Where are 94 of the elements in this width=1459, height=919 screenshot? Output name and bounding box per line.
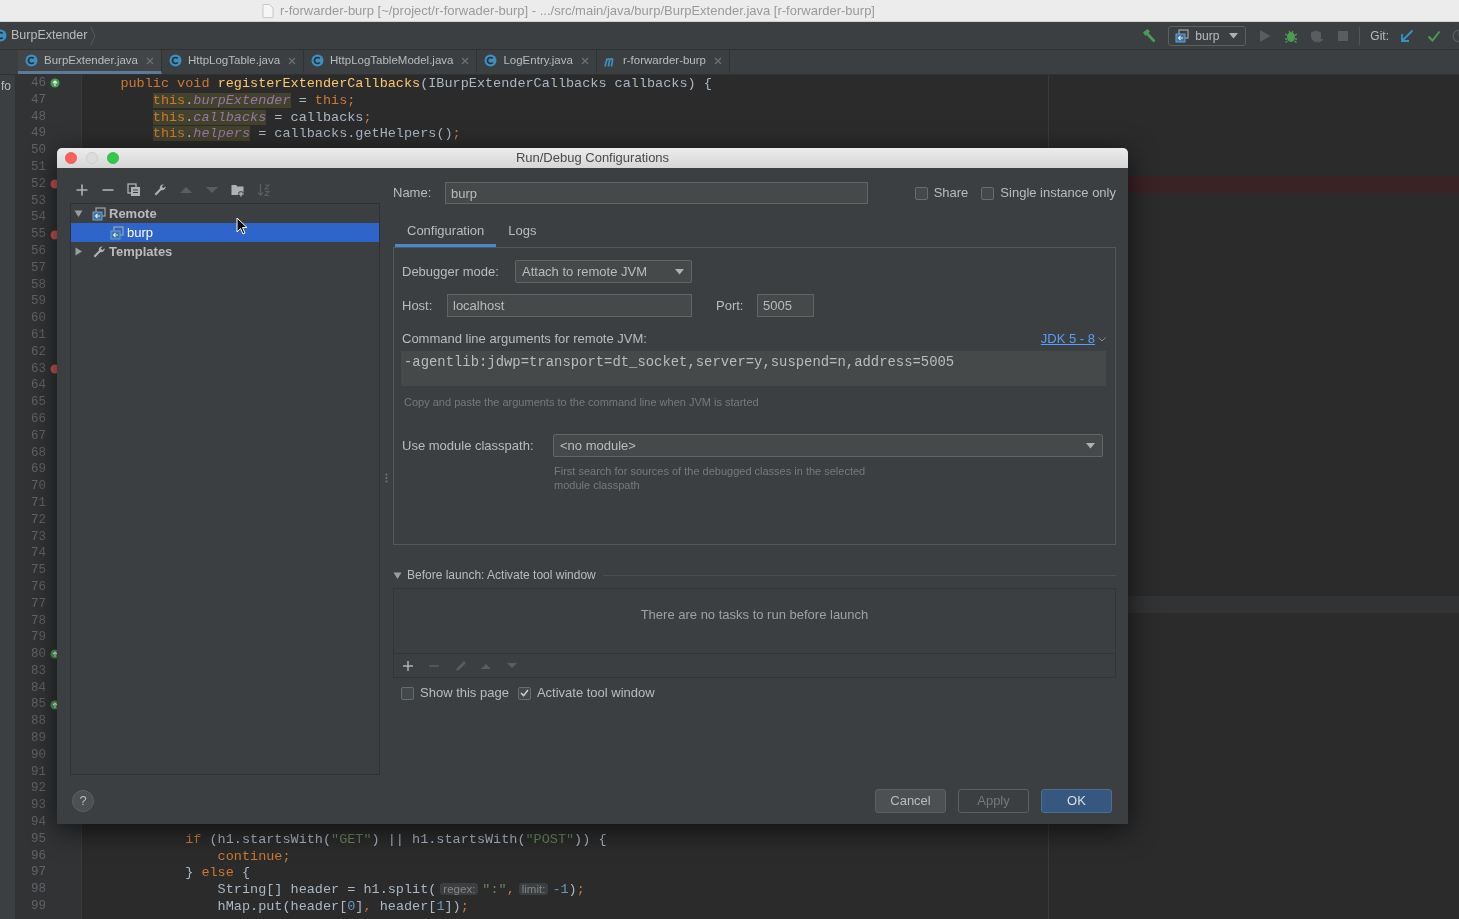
checkbox-label: Share [933,184,969,203]
name-field[interactable]: burp [445,182,868,204]
close-icon[interactable] [461,56,470,65]
stop-icon[interactable] [1337,29,1350,42]
add-icon[interactable] [402,659,414,672]
code-line: this.burpExtender = this; [151,92,356,110]
tab[interactable]: Configuration [395,217,497,247]
zoom-window-icon[interactable] [107,152,119,164]
class-icon [25,54,38,67]
copy-icon[interactable] [127,183,141,197]
add-icon[interactable] [75,183,89,197]
code-line: this.helpers = callbacks.getHelpers(); [151,126,461,144]
class-icon [311,54,325,67]
checkbox-label: Single instance only [1000,184,1116,203]
field-label: Command line arguments for remote JVM: [402,330,647,349]
expand-arrow-icon[interactable] [74,247,83,256]
checkbox[interactable] [517,686,531,700]
checkbox-label: Show this page [420,684,509,703]
field-label: Host: [402,296,434,315]
code-line: } else { [184,865,251,883]
coverage-icon[interactable] [1310,28,1325,43]
close-icon[interactable] [580,56,589,65]
tab[interactable]: Logs [496,217,549,247]
port-field[interactable]: 5005 [757,294,814,317]
code-line: if (h1.startsWith("GET") || h1.startsWith("POST")) { [184,831,607,849]
section-title: Before launch: Activate tool window [407,567,596,584]
override-icon[interactable] [50,78,60,89]
expand-arrow-icon[interactable] [393,570,402,580]
code-line: public void registerExtenderCallbacks(IBurpExtenderCallbacks callbacks) { [119,76,712,93]
update-project-icon[interactable] [1400,28,1414,43]
expand-arrow-icon[interactable] [74,209,83,218]
arguments-text-area[interactable]: -agentlib:jdwp=transport=dt_socket,server=y,suspend=n,address=5005 [401,351,1106,386]
file-icon [262,3,274,18]
dropdown[interactable]: <no module> [553,434,1103,457]
caret-icon [675,268,684,275]
debug-icon[interactable] [1284,28,1299,43]
close-icon[interactable] [714,56,722,65]
dropdown[interactable]: Attach to remote JVM [515,260,692,283]
checkbox[interactable] [981,186,995,200]
code-line: hMap.put(header[0], header[1]); [216,899,469,916]
commit-icon[interactable] [1427,28,1441,43]
close-window-icon[interactable] [65,152,77,164]
breadcrumb-item[interactable]: BurpExtender [11,26,88,45]
editor-tab[interactable]: BurpExtender.java [18,50,162,74]
edit-icon[interactable] [454,658,468,673]
wrench-icon [92,244,106,259]
sort-icon[interactable] [257,183,271,197]
host-field[interactable]: localhost [447,294,692,317]
checkbox[interactable] [401,686,414,700]
dialog-button[interactable]: OK [1041,789,1112,813]
minimize-window-icon[interactable] [86,152,98,164]
jdk-version-link[interactable]: JDK 5 - 8 [1040,329,1106,349]
tool-window-label[interactable]: fo [0,77,15,95]
git-label: Git: [1370,27,1389,45]
code-line: this.callbacks = callbacks; [151,109,372,127]
dialog-button[interactable]: Cancel [875,789,946,813]
checkmark-icon [519,689,529,697]
remote-config-icon [92,206,106,221]
field-label: Debugger mode: [402,262,500,281]
caret-icon [1086,442,1095,449]
remote-config-icon [110,225,124,240]
edit-defaults-icon [153,183,167,197]
caret-icon [1229,32,1239,39]
new-folder-icon[interactable] [231,183,245,197]
splitter-handle[interactable] [385,473,388,483]
checkbox[interactable] [914,186,928,200]
mouse-pointer-icon [236,217,248,235]
code-line: continue; [216,848,291,866]
editor-tab[interactable]: HttpLogTable.java [162,50,305,74]
remote-config-icon [1175,28,1190,43]
field-label: Port: [716,296,745,315]
editor-tab[interactable]: HttpLogTableModel.java [304,50,478,74]
hint-text: First search for sources of the debugged classes in the selected module classpath [554,464,867,492]
help-button[interactable]: ? [72,790,94,812]
close-icon[interactable] [288,56,297,65]
run-configuration-dropdown[interactable]: burp [1168,25,1247,46]
chevron-icon [1098,336,1106,342]
close-icon[interactable] [146,56,154,65]
class-icon [484,54,498,67]
editor-tab[interactable]: LogEntry.java [477,50,597,74]
dialog-title: Run/Debug Configurations [515,149,670,168]
class-icon [169,54,182,67]
field-label: Use module classpath: [402,436,535,455]
run-icon[interactable] [1258,28,1273,43]
window-title: r-forwarder-burp [~/project/r-forwader-burp] - .../src/main/java/burp/BurpExtender.java [r-forwarder-burp] [280,1,875,20]
tree-item[interactable]: Templates [71,242,379,261]
field-label: Name: [393,184,433,203]
editor-tab[interactable]: r-forwarder-burp [596,50,730,74]
empty-text: There are no tasks to run before launch [639,606,870,624]
build-icon[interactable] [1141,27,1158,44]
checkbox-label: Activate tool window [536,684,655,703]
tree-item[interactable]: burp [71,223,379,242]
code-line: String[] header = h1.split( regex: ":", limit: -1); [216,881,585,900]
tree-item[interactable]: Remote [71,204,379,223]
